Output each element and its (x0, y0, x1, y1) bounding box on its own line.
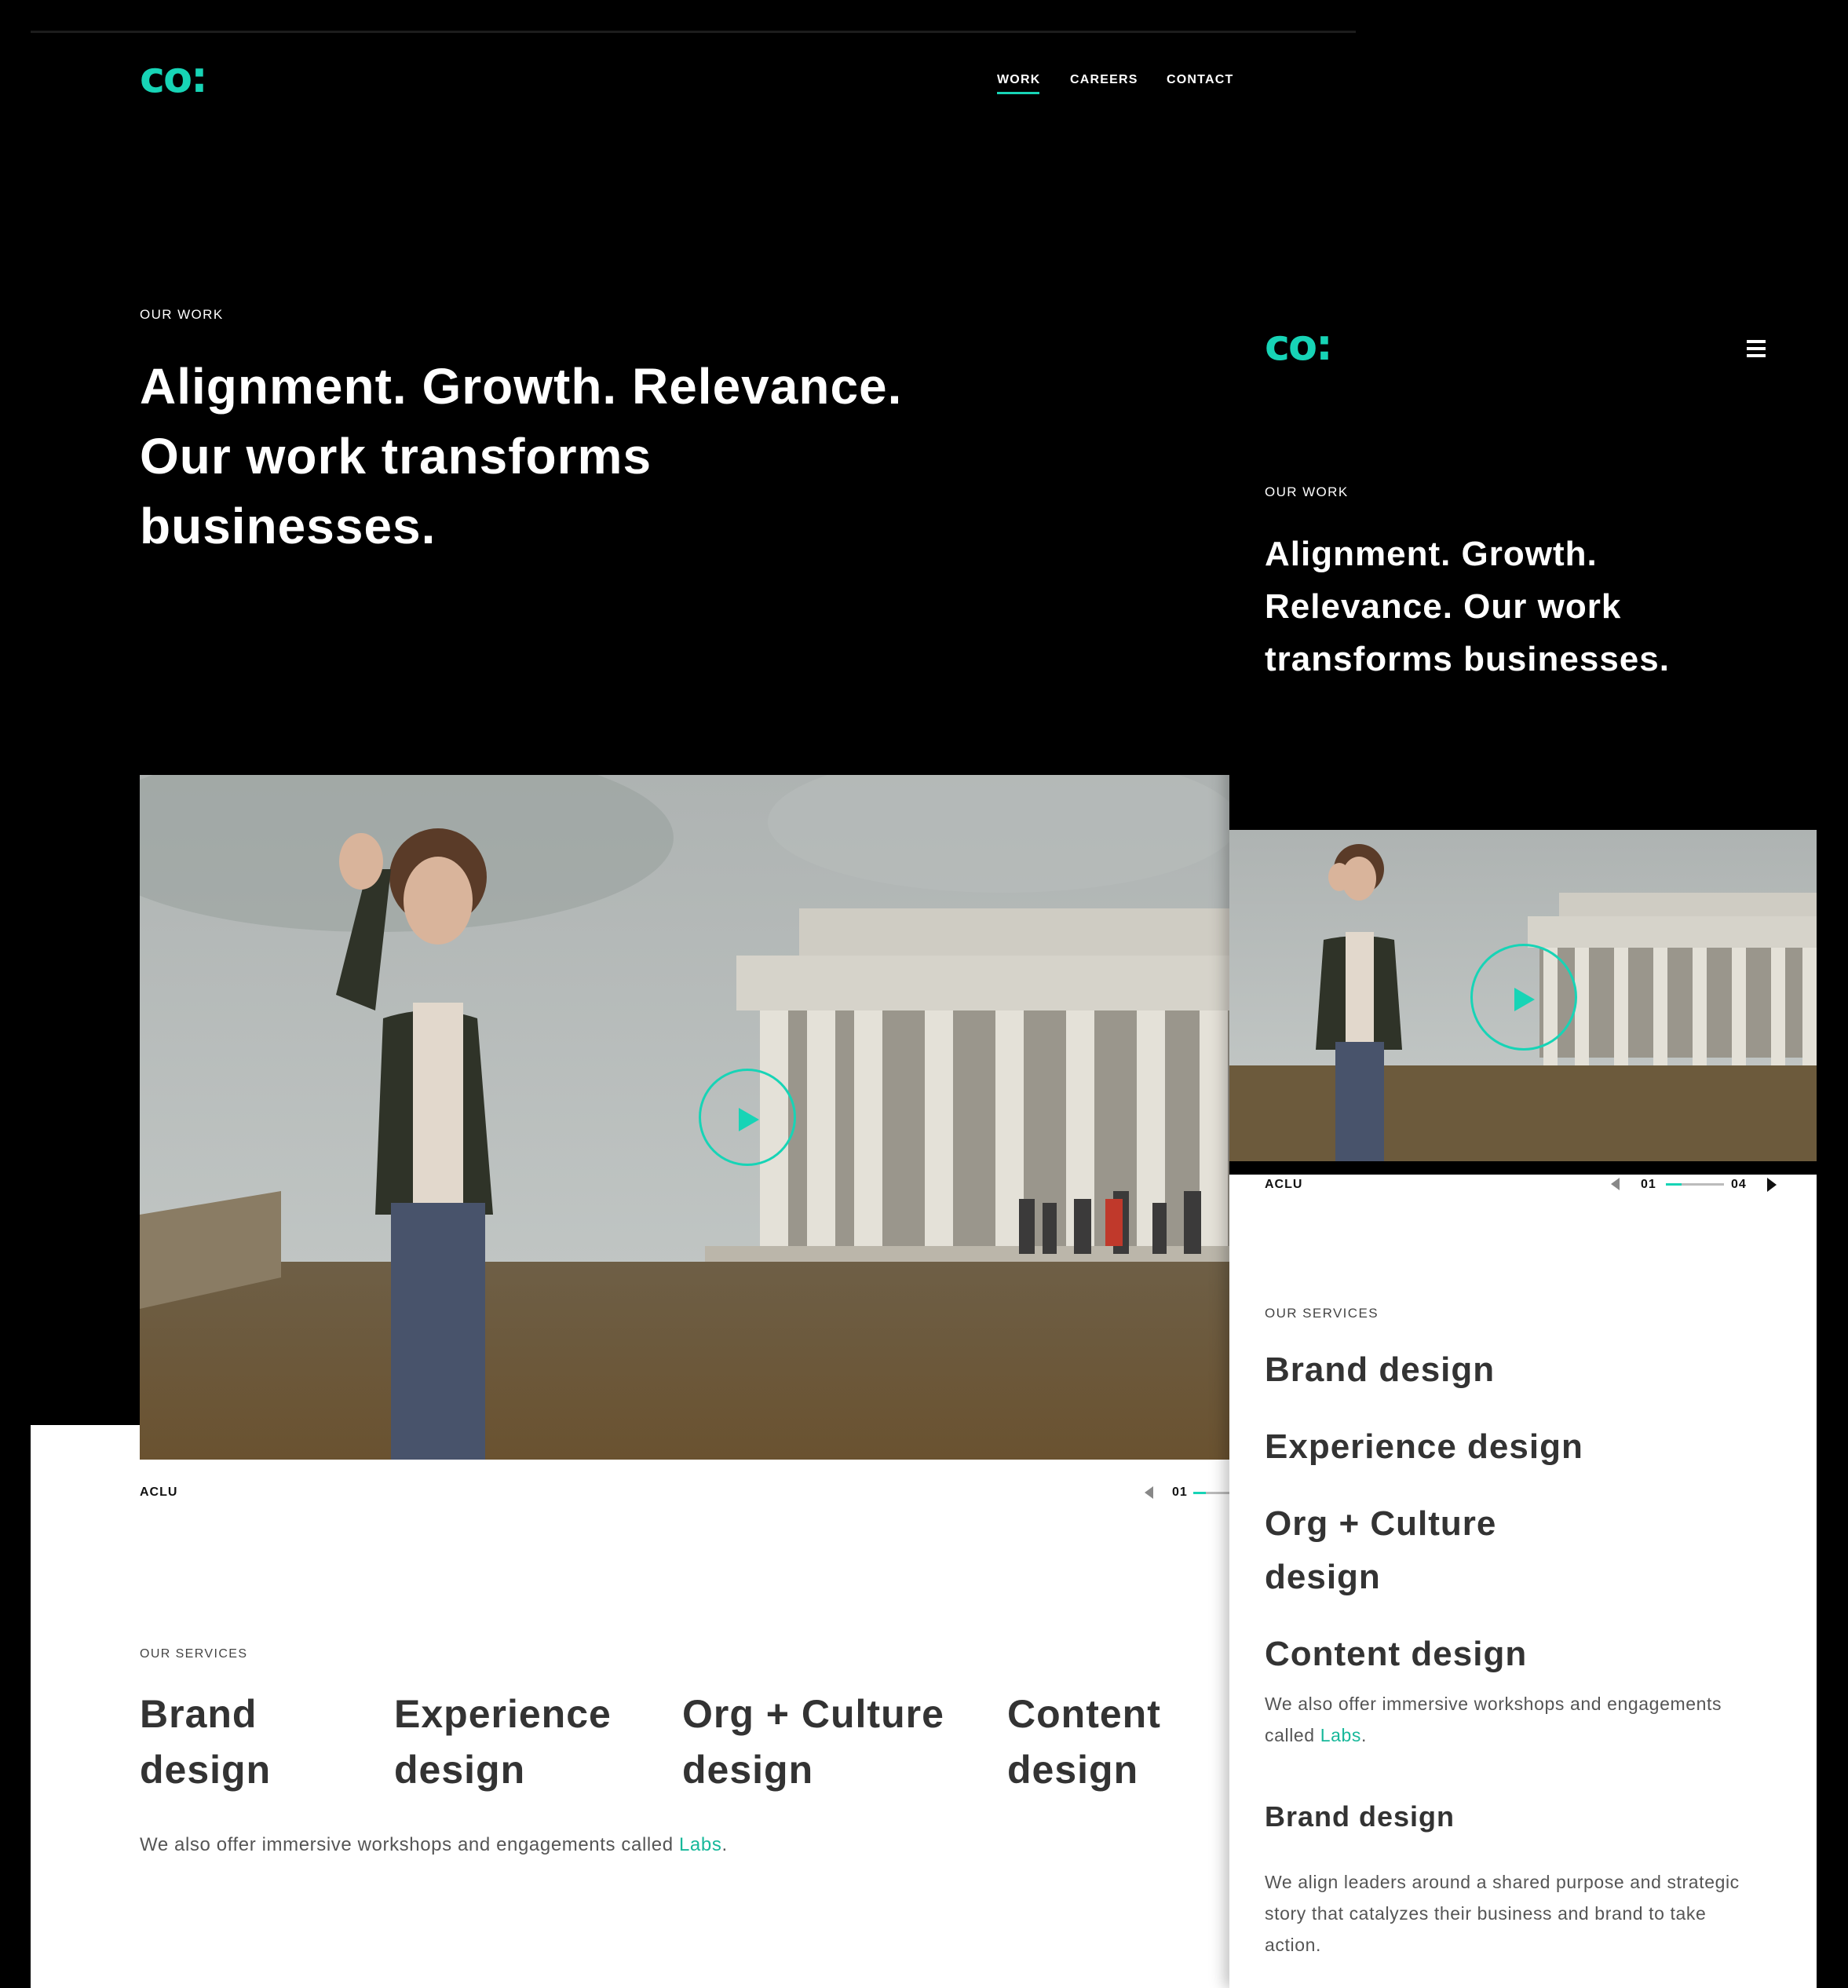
mobile-detail-line: We align leaders around a shared purpose… (1265, 1872, 1740, 1892)
video-play-button[interactable] (699, 1069, 796, 1166)
mobile-service-content-design[interactable]: Content design (1265, 1635, 1527, 1674)
hero-headline-line: Alignment. Growth. (1265, 535, 1598, 573)
service-title-line: design (1007, 1748, 1139, 1792)
mobile-slide-progress-fill (1666, 1183, 1682, 1186)
mobile-video-caption: ACLU (1265, 1178, 1303, 1191)
hero-headline-line: transforms businesses. (1265, 640, 1670, 678)
mobile-service-brand-design[interactable]: Brand design (1265, 1350, 1495, 1390)
prev-arrow-icon[interactable] (1145, 1486, 1153, 1499)
mobile-featured-video[interactable] (1229, 830, 1817, 1161)
services-note-suffix: . (721, 1834, 728, 1855)
mobile-logo[interactable]: co: (1265, 324, 1333, 367)
hero-headline-line: Our work transforms (140, 428, 652, 484)
hero-headline-line: Alignment. Growth. Relevance. (140, 358, 903, 415)
service-org-culture-design[interactable]: Org + Culture design (682, 1687, 944, 1798)
hamburger-icon[interactable] (1747, 340, 1766, 357)
service-experience-design[interactable]: Experience design (394, 1687, 612, 1798)
slide-counter-current: 01 (1172, 1486, 1188, 1499)
play-icon (1514, 988, 1535, 1011)
service-title-line: design (394, 1748, 526, 1792)
mobile-service-org-culture[interactable]: Org + Culture (1265, 1504, 1496, 1544)
services-eyebrow: OUR SERVICES (140, 1647, 248, 1661)
desktop-logo[interactable]: co: (140, 57, 208, 99)
nav-careers[interactable]: CAREERS (1070, 73, 1138, 87)
labs-link[interactable]: Labs (679, 1834, 721, 1855)
slide-progress-fill (1193, 1492, 1206, 1494)
hero-headline: Alignment. Growth. Relevance. Our work t… (140, 352, 902, 561)
desktop-top-border (31, 31, 1356, 33)
service-title-line: Experience (394, 1692, 612, 1736)
mobile-hero-headline: Alignment. Growth. Relevance. Our work t… (1265, 528, 1670, 685)
mobile-detail-title: Brand design (1265, 1800, 1455, 1833)
service-title-line: design (682, 1748, 814, 1792)
next-arrow-icon[interactable] (1767, 1178, 1777, 1192)
mobile-service-org-culture-line2[interactable]: design (1265, 1558, 1381, 1597)
service-title-line: Org + Culture (682, 1692, 944, 1736)
service-content-design[interactable]: Content design (1007, 1687, 1161, 1798)
mobile-services-eyebrow: OUR SERVICES (1265, 1306, 1379, 1321)
mobile-services-note: We also offer immersive workshops and en… (1265, 1688, 1722, 1751)
mobile-slide-counter-total: 04 (1731, 1178, 1747, 1191)
hamburger-bar (1747, 340, 1766, 343)
mobile-services-note-line: We also offer immersive workshops and en… (1265, 1694, 1722, 1714)
hero-eyebrow: OUR WORK (140, 307, 224, 322)
service-title-line: Content (1007, 1692, 1161, 1736)
video-thumbnail (140, 775, 1229, 1460)
hamburger-bar (1747, 347, 1766, 350)
mobile-detail-line: story that catalyzes their business and … (1265, 1903, 1707, 1924)
hero-headline-line: Relevance. Our work (1265, 587, 1622, 626)
video-caption: ACLU (140, 1486, 178, 1499)
mobile-video-play-button[interactable] (1470, 944, 1577, 1051)
mobile-detail-body: We align leaders around a shared purpose… (1265, 1866, 1740, 1961)
play-icon (739, 1108, 759, 1131)
mobile-slide-counter-current: 01 (1641, 1178, 1656, 1191)
services-note-text: We also offer immersive workshops and en… (140, 1834, 679, 1855)
nav-active-underline (997, 92, 1039, 94)
service-title-line: Brand (140, 1692, 257, 1736)
hero-headline-line: businesses. (140, 498, 436, 554)
mobile-service-experience-design[interactable]: Experience design (1265, 1427, 1583, 1467)
featured-video[interactable] (140, 775, 1229, 1460)
mobile-labs-link[interactable]: Labs (1320, 1725, 1361, 1745)
service-title-line: design (140, 1748, 272, 1792)
nav-contact[interactable]: CONTACT (1167, 73, 1233, 87)
services-note: We also offer immersive workshops and en… (140, 1834, 728, 1856)
service-brand-design[interactable]: Brand design (140, 1687, 271, 1798)
prev-arrow-icon[interactable] (1611, 1178, 1620, 1190)
mobile-services-note-text: called (1265, 1725, 1320, 1745)
mobile-hero-eyebrow: OUR WORK (1265, 484, 1349, 499)
nav-work[interactable]: WORK (997, 73, 1040, 87)
mobile-detail-line: action. (1265, 1935, 1321, 1955)
mobile-services-note-line: called Labs. (1265, 1719, 1722, 1751)
mobile-services-note-suffix: . (1360, 1725, 1367, 1745)
hamburger-bar (1747, 354, 1766, 357)
